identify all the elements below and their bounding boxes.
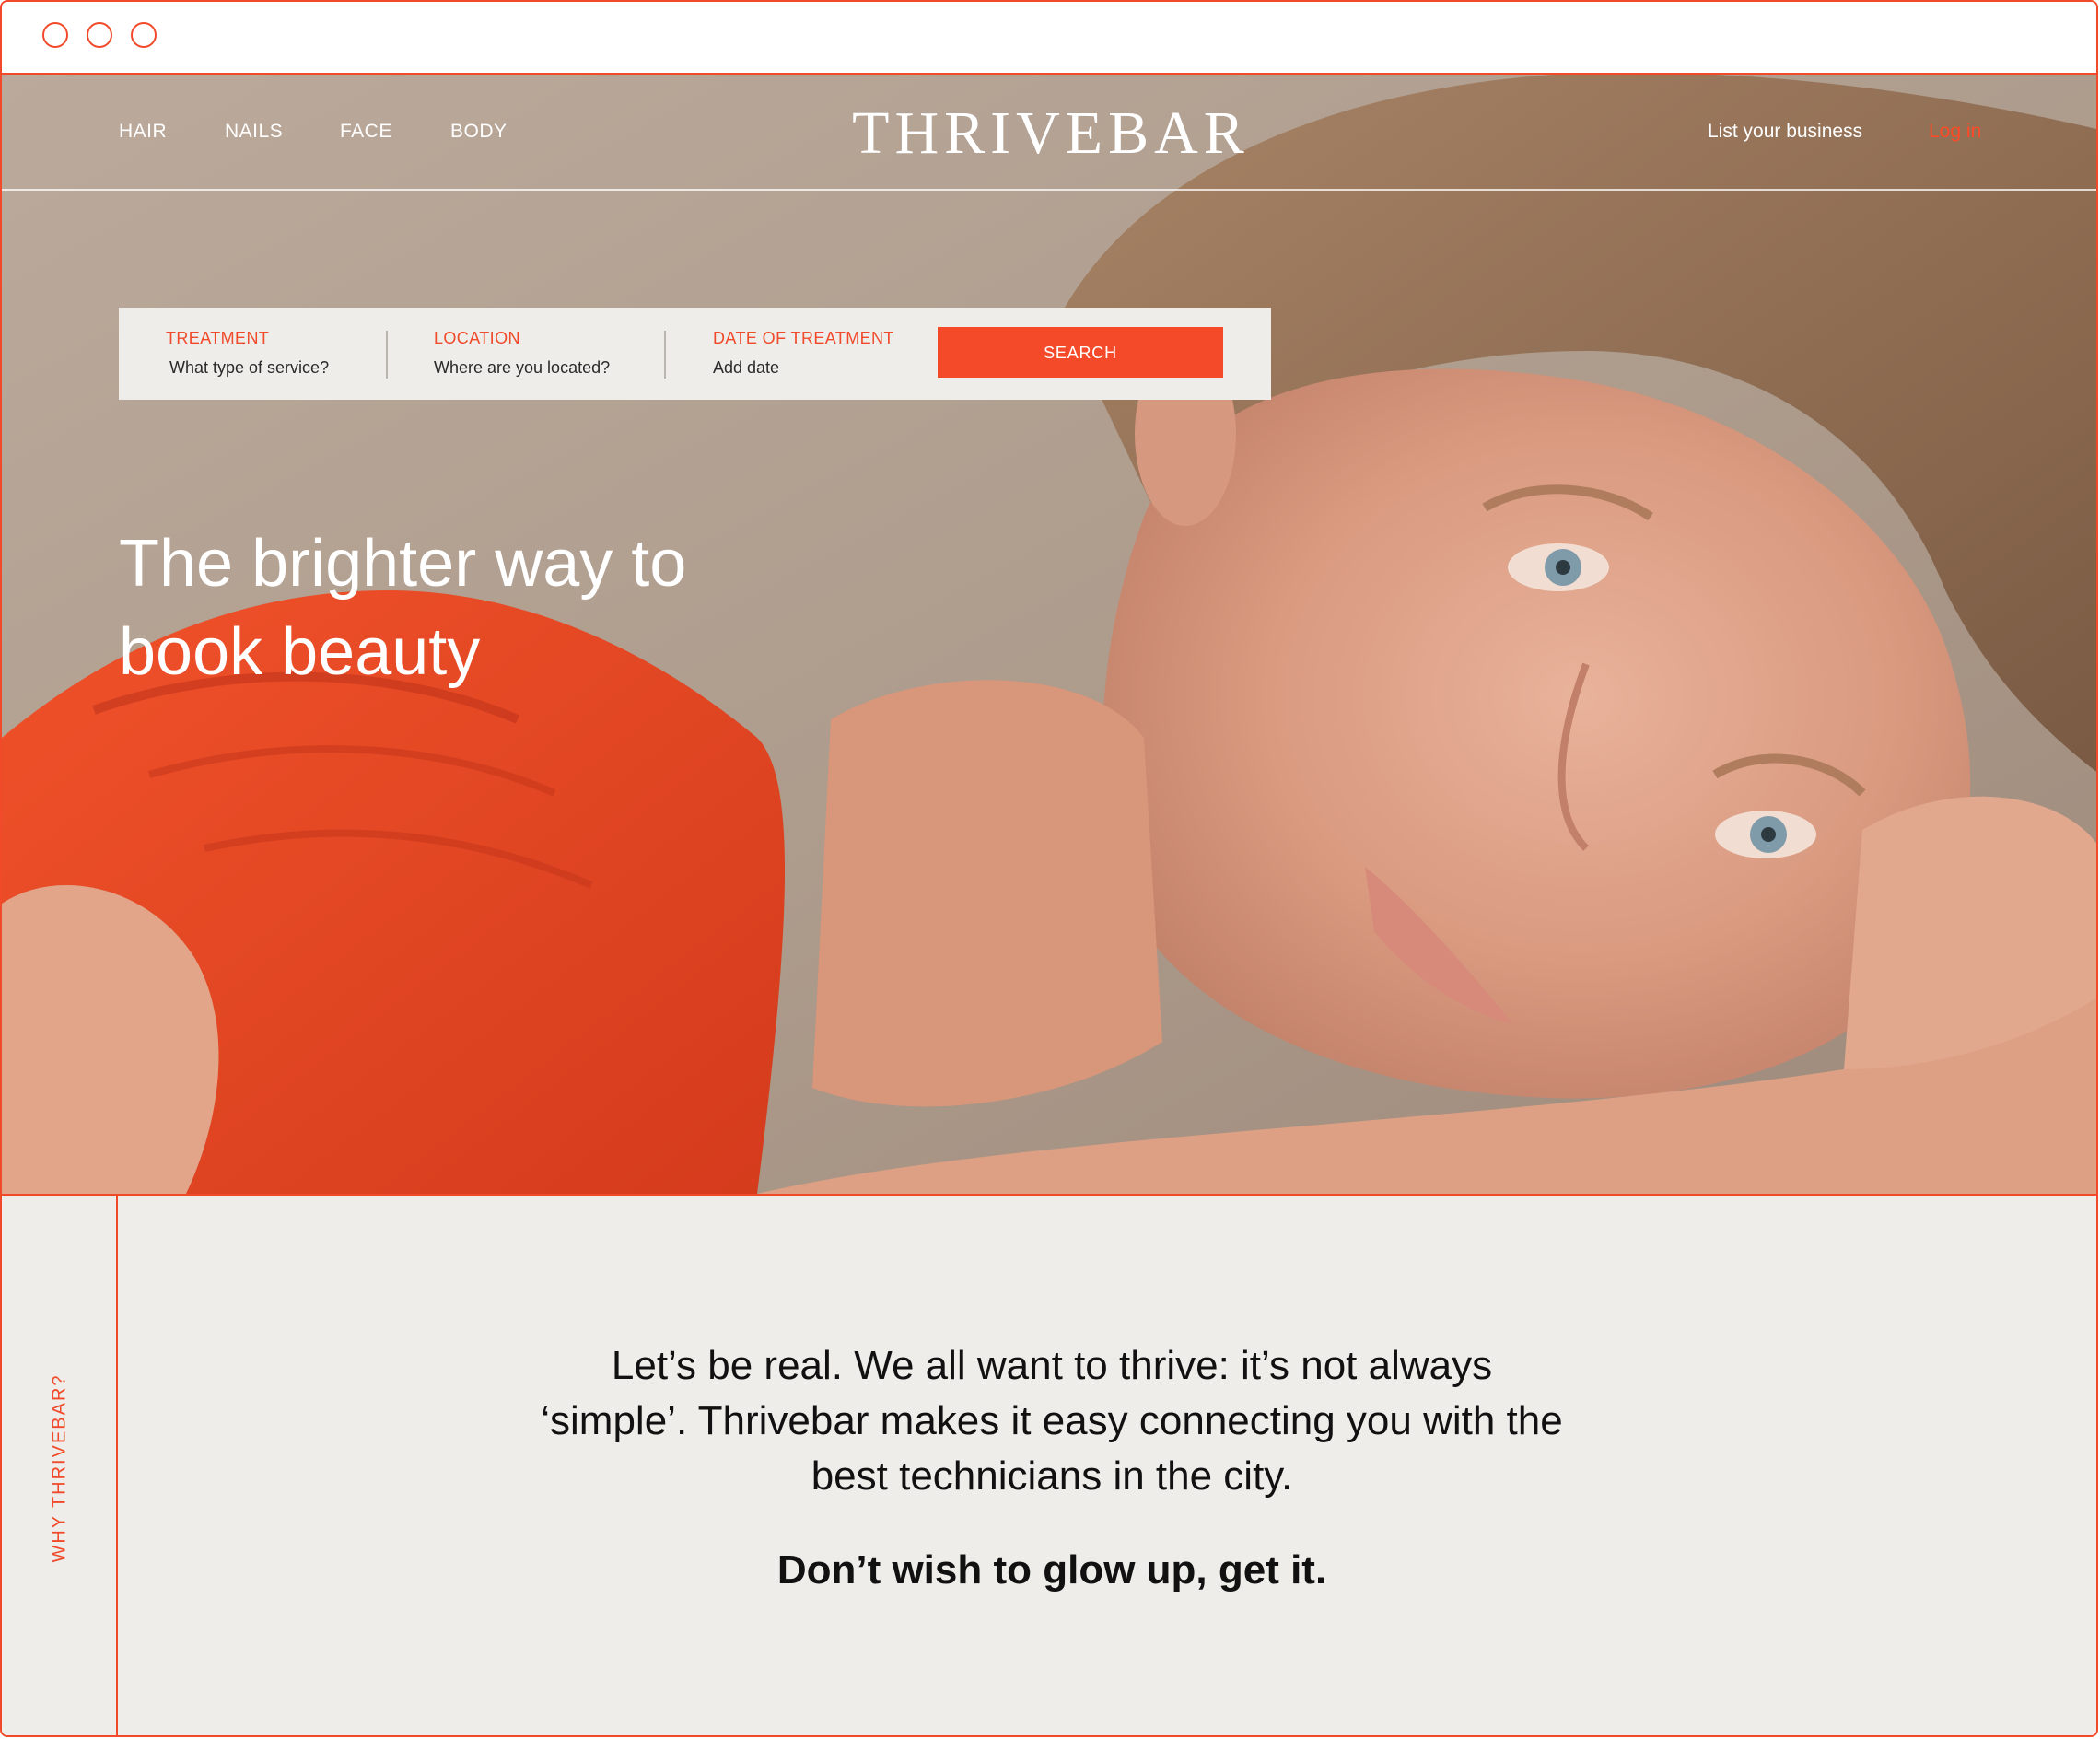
window-close-icon[interactable] [42,22,68,48]
top-nav: HAIR NAILS FACE BODY THRIVEBAR List your… [2,75,2096,191]
section-rail: WHY THRIVEBAR? [2,1196,118,1735]
section-label: WHY THRIVEBAR? [49,1373,70,1563]
description-line: Let’s be real. We all want to thrive: it… [611,1343,1493,1388]
location-field[interactable]: LOCATION Where are you located? [434,308,655,400]
logo-text: THRIVEBAR [852,99,1250,167]
window-maximize-icon[interactable] [131,22,157,48]
why-section: WHY THRIVEBAR? Let’s be real. We all wan… [2,1194,2096,1735]
hero-headline: The brighter way to book beauty [119,519,856,696]
headline-line: book beauty [119,615,481,689]
title-bar [2,2,2096,75]
description-line: best technicians in the city. [811,1453,1293,1499]
window-minimize-icon[interactable] [87,22,112,48]
location-placeholder[interactable]: Where are you located? [434,358,610,378]
date-placeholder[interactable]: Add date [713,358,779,378]
search-bar: TREATMENT What type of service? LOCATION… [119,308,1271,400]
tagline: Don’t wish to glow up, get it. [776,1547,1327,1593]
divider [664,331,666,379]
treatment-label: TREATMENT [166,329,270,347]
description-line: ‘simple’. Thrivebar makes it easy connec… [541,1398,1563,1443]
browser-window: HAIR NAILS FACE BODY THRIVEBAR List your… [0,0,2098,1737]
treatment-field[interactable]: TREATMENT What type of service? [166,308,387,400]
why-description: Let’s be real. We all want to thrive: it… [453,1338,1651,1504]
hero-section: HAIR NAILS FACE BODY THRIVEBAR List your… [2,75,2096,1194]
date-label: DATE OF TREATMENT [713,329,894,347]
divider [386,331,388,379]
list-business-link[interactable]: List your business [1708,121,1862,143]
location-label: LOCATION [434,329,520,347]
search-button[interactable]: SEARCH [938,327,1223,378]
headline-line: The brighter way to [119,527,687,601]
login-link[interactable]: Log in [1929,121,1981,143]
treatment-placeholder[interactable]: What type of service? [169,358,329,378]
date-field[interactable]: DATE OF TREATMENT Add date [713,308,934,400]
